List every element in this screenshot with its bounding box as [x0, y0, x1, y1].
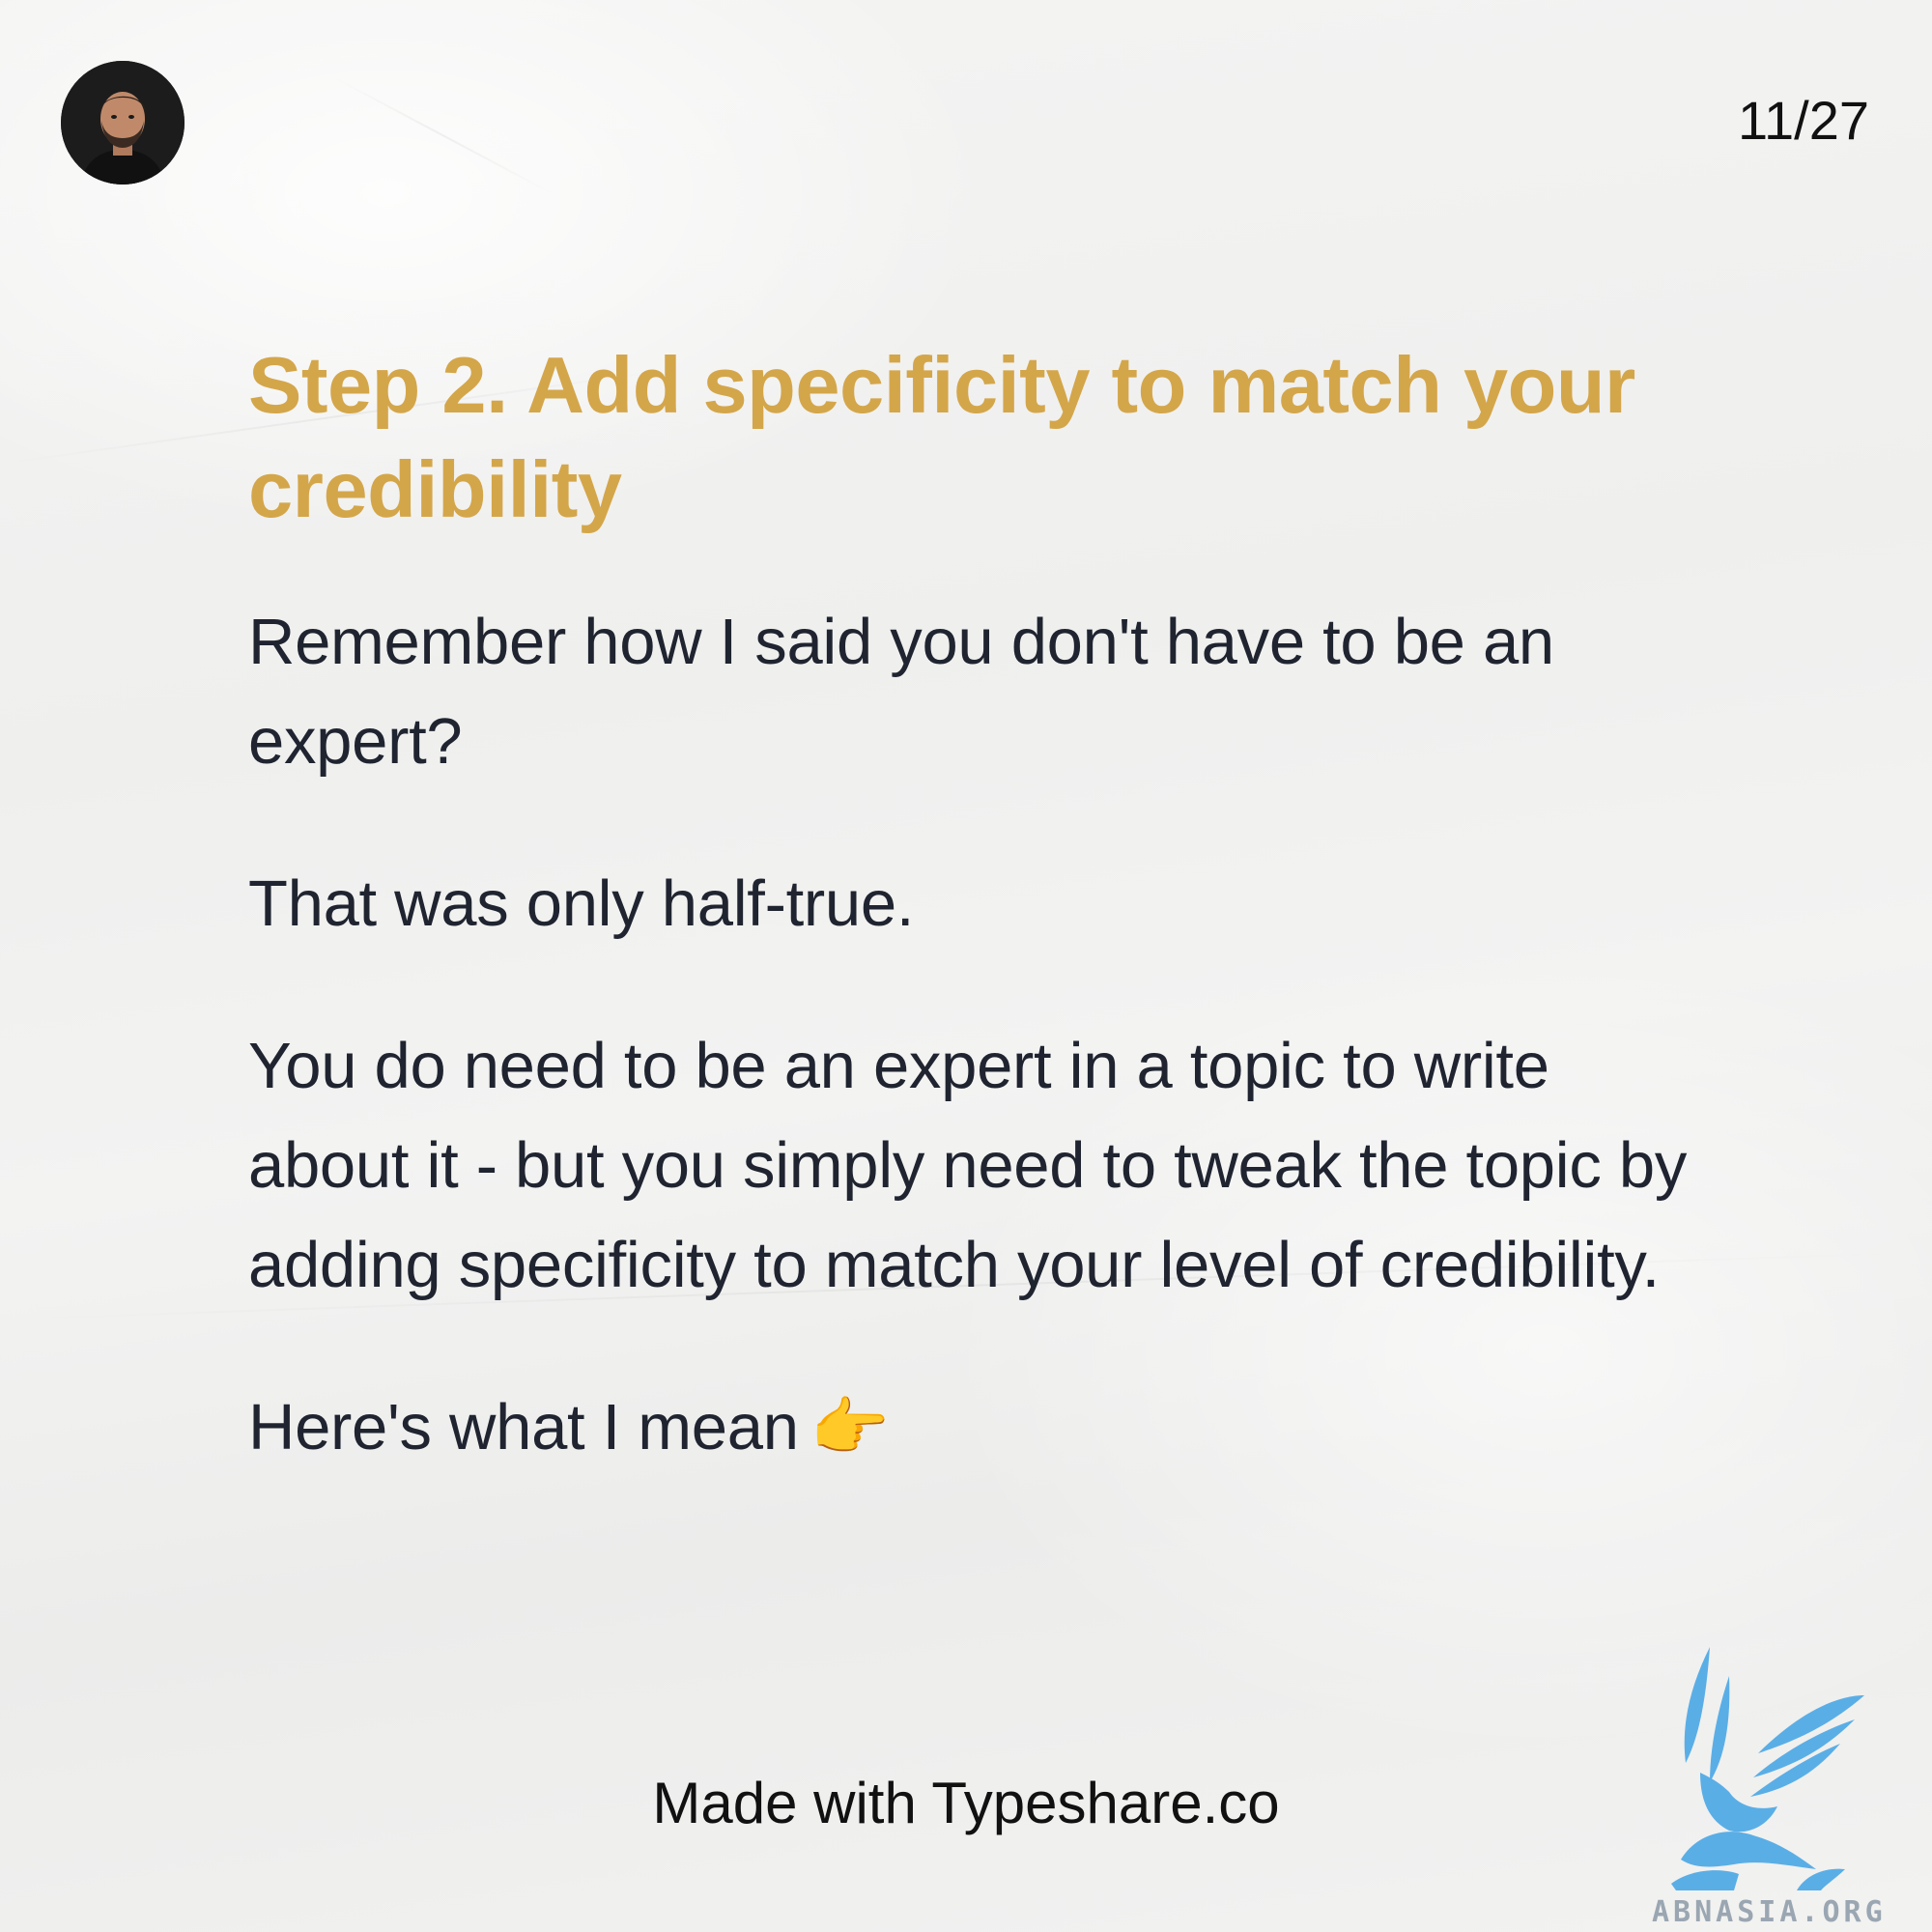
paragraph-1: Remember how I said you don't have to be…: [248, 606, 1554, 778]
griffin-icon: [1642, 1637, 1932, 1927]
slide-content: Step 2. Add specificity to match your cr…: [248, 333, 1726, 1477]
paragraph-4: Here's what I mean 👉: [248, 1378, 1726, 1477]
slide-heading: Step 2. Add specificity to match your cr…: [248, 340, 1635, 534]
paragraph-2: That was only half-true.: [248, 867, 915, 940]
author-avatar: [61, 61, 185, 185]
page-counter: 11/27: [1738, 90, 1869, 151]
pointing-right-icon: 👉: [810, 1391, 890, 1463]
paragraph-4-text: Here's what I mean: [248, 1391, 799, 1463]
paragraph-3: You do need to be an expert in a topic t…: [248, 1030, 1688, 1301]
watermark-text: ABNASIA.ORG: [1652, 1895, 1887, 1929]
